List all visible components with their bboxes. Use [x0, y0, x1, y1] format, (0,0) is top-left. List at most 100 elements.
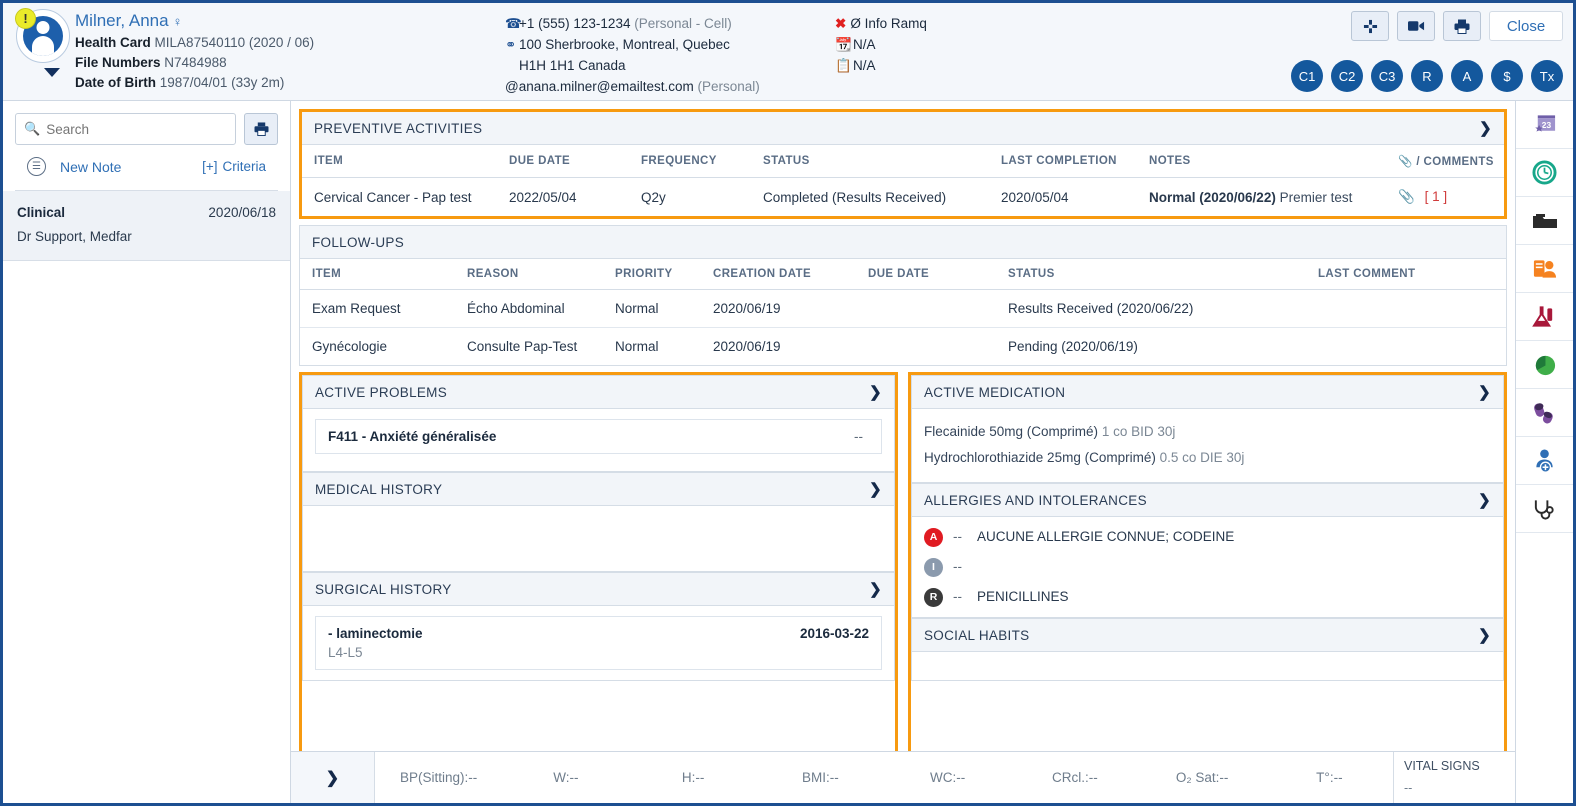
table-row[interactable]: Cervical Cancer - Pap test 2022/05/04 Q2…	[302, 178, 1504, 217]
circle-button-c2[interactable]: C2	[1331, 60, 1363, 92]
avatar[interactable]: !	[15, 8, 70, 63]
follow-ups-header[interactable]: FOLLOW-UPS	[300, 226, 1506, 259]
active-medication-card: ACTIVE MEDICATION ❯ Flecainide 50mg (Com…	[911, 375, 1504, 483]
folder-icon	[1532, 213, 1557, 228]
list-item[interactable]: A -- AUCUNE ALLERGIE CONNUE; CODEINE	[924, 522, 1491, 552]
search-input[interactable]	[46, 121, 227, 137]
dob-value: 1987/04/01 (33y 2m)	[159, 75, 285, 90]
cell-item: Cervical Cancer - Pap test	[314, 189, 472, 205]
chevron-right-icon[interactable]: ❯	[869, 580, 882, 598]
cell-due-date	[856, 328, 996, 366]
print-button[interactable]	[1443, 11, 1481, 41]
table-row[interactable]: Gynécologie Consulte Pap-Test Normal 202…	[300, 328, 1506, 366]
note-author: Dr Support, Medfar	[17, 229, 132, 244]
rail-button-add-patient[interactable]	[1516, 437, 1573, 485]
table-header-row: ITEM REASON PRIORITY CREATION DATE DUE D…	[300, 259, 1506, 290]
right-icon-rail: 23	[1515, 101, 1573, 803]
chevron-right-icon[interactable]: ❯	[1478, 491, 1491, 509]
ramq-row3-value: N/A	[853, 58, 876, 73]
print-icon	[254, 122, 268, 136]
list-item[interactable]: F411 - Anxiété généralisée --	[315, 419, 882, 454]
list-item[interactable]: - laminectomie 2016-03-22 L4-L5	[315, 616, 882, 670]
vital-bp[interactable]: BP(Sitting):--	[375, 770, 502, 785]
list-item[interactable]: R -- PENICILLINES	[924, 582, 1491, 612]
chevron-down-icon[interactable]	[44, 68, 60, 77]
rail-button-documents[interactable]	[1516, 197, 1573, 245]
col-comments-label: / COMMENTS	[1416, 156, 1494, 168]
vital-temperature[interactable]: T°:--	[1266, 770, 1393, 785]
video-icon	[1407, 21, 1424, 31]
col-status: STATUS	[751, 145, 989, 178]
circle-button-c1[interactable]: C1	[1291, 60, 1323, 92]
allergies-header[interactable]: ALLERGIES AND INTOLERANCES ❯	[912, 484, 1503, 517]
allergy-dash: --	[953, 559, 962, 574]
vitals-expand-button[interactable]: ❯	[291, 752, 375, 803]
list-item[interactable]: I --	[924, 552, 1491, 582]
vital-signs-panel[interactable]: VITAL SIGNS --	[1393, 752, 1515, 803]
note-lines-icon[interactable]: ☰	[27, 157, 46, 176]
medical-history-header[interactable]: MEDICAL HISTORY ❯	[303, 473, 894, 506]
note-header: Clinical 2020/06/18	[17, 205, 276, 220]
surgery-name: - laminectomie	[328, 626, 423, 641]
active-medication-header[interactable]: ACTIVE MEDICATION ❯	[912, 376, 1503, 409]
active-problems-header[interactable]: ACTIVE PROBLEMS ❯	[303, 376, 894, 409]
pie-chart-icon	[1535, 355, 1556, 376]
vital-weight[interactable]: W:--	[502, 770, 629, 785]
video-button[interactable]	[1397, 11, 1435, 41]
chevron-right-icon[interactable]: ❯	[1479, 119, 1492, 137]
chevron-right-icon[interactable]: ❯	[869, 383, 882, 401]
new-note-button[interactable]: New Note	[60, 159, 121, 175]
surgical-history-header[interactable]: SURGICAL HISTORY ❯	[303, 573, 894, 606]
preventive-activities-table: ITEM DUE DATE FREQUENCY STATUS LAST COMP…	[302, 145, 1504, 216]
rail-button-calendar[interactable]: 23	[1516, 101, 1573, 149]
notes-print-button[interactable]	[244, 113, 278, 145]
rail-button-history[interactable]	[1516, 149, 1573, 197]
rail-button-statistics[interactable]	[1516, 341, 1573, 389]
cell-reason: Écho Abdominal	[455, 289, 603, 328]
ramq-row-3: 📋N/A	[835, 55, 1065, 76]
medical-history-body	[303, 506, 894, 571]
vital-bmi[interactable]: BMI:--	[757, 770, 884, 785]
criteria-toggle[interactable]: [+] Criteria	[202, 159, 266, 174]
chevron-right-icon[interactable]: ❯	[1478, 383, 1491, 401]
cell-comments[interactable]: 📎 [ 1 ]	[1386, 178, 1504, 217]
address-line2: H1H 1H1 Canada	[519, 58, 626, 73]
circle-button-tx[interactable]: Tx	[1531, 60, 1563, 92]
paperclip-icon[interactable]: 📎	[1398, 189, 1415, 204]
vital-wc[interactable]: WC:--	[884, 770, 1011, 785]
circle-button-c3[interactable]: C3	[1371, 60, 1403, 92]
close-button[interactable]: Close	[1489, 11, 1563, 41]
table-row[interactable]: Exam Request Écho Abdominal Normal 2020/…	[300, 289, 1506, 328]
surgical-history-body: - laminectomie 2016-03-22 L4-L5	[303, 606, 894, 680]
circle-button-dollar[interactable]: $	[1491, 60, 1523, 92]
col-due-date: DUE DATE	[856, 259, 996, 290]
comment-count[interactable]: [ 1 ]	[1425, 189, 1448, 204]
rail-button-patient-record[interactable]	[1516, 245, 1573, 293]
health-card-value: MILA87540110 (2020 / 06)	[154, 35, 315, 50]
list-item[interactable]: Hydrochlorothiazide 25mg (Comprimé) 0.5 …	[924, 445, 1491, 471]
cell-status: Completed (Results Received)	[763, 189, 947, 205]
new-note-row: ☰ New Note [+] Criteria	[15, 145, 278, 191]
circle-button-a[interactable]: A	[1451, 60, 1483, 92]
surgical-history-title: SURGICAL HISTORY	[315, 581, 452, 597]
vital-height[interactable]: H:--	[630, 770, 757, 785]
patient-name-row[interactable]: Milner, Anna ♀	[75, 11, 505, 31]
rail-button-lab-results[interactable]	[1516, 293, 1573, 341]
vital-crcl[interactable]: CRcl.:--	[1011, 770, 1138, 785]
list-item[interactable]: Clinical 2020/06/18 Dr Support, Medfar	[3, 191, 290, 261]
search-box[interactable]: 🔍	[15, 113, 236, 145]
phone-row: ☎+1 (555) 123-1234 (Personal - Cell)	[505, 13, 835, 34]
rail-button-medication[interactable]	[1516, 389, 1573, 437]
active-problems-body: F411 - Anxiété généralisée --	[303, 409, 894, 471]
alert-badge[interactable]: !	[15, 8, 36, 29]
notes-panel: 🔍 ☰ New Note [+]Crite	[3, 101, 291, 803]
list-item[interactable]: Flecainide 50mg (Comprimé) 1 co BID 30j	[924, 419, 1491, 445]
expand-button[interactable]	[1351, 11, 1389, 41]
rail-button-exam[interactable]	[1516, 485, 1573, 533]
preventive-activities-header[interactable]: PREVENTIVE ACTIVITIES ❯	[302, 112, 1504, 145]
circle-button-r[interactable]: R	[1411, 60, 1443, 92]
vital-o2-sat[interactable]: O₂ Sat:--	[1139, 770, 1266, 785]
chevron-right-icon[interactable]: ❯	[869, 480, 882, 498]
chevron-right-icon[interactable]: ❯	[1478, 626, 1491, 644]
social-habits-header[interactable]: SOCIAL HABITS ❯	[912, 619, 1503, 652]
